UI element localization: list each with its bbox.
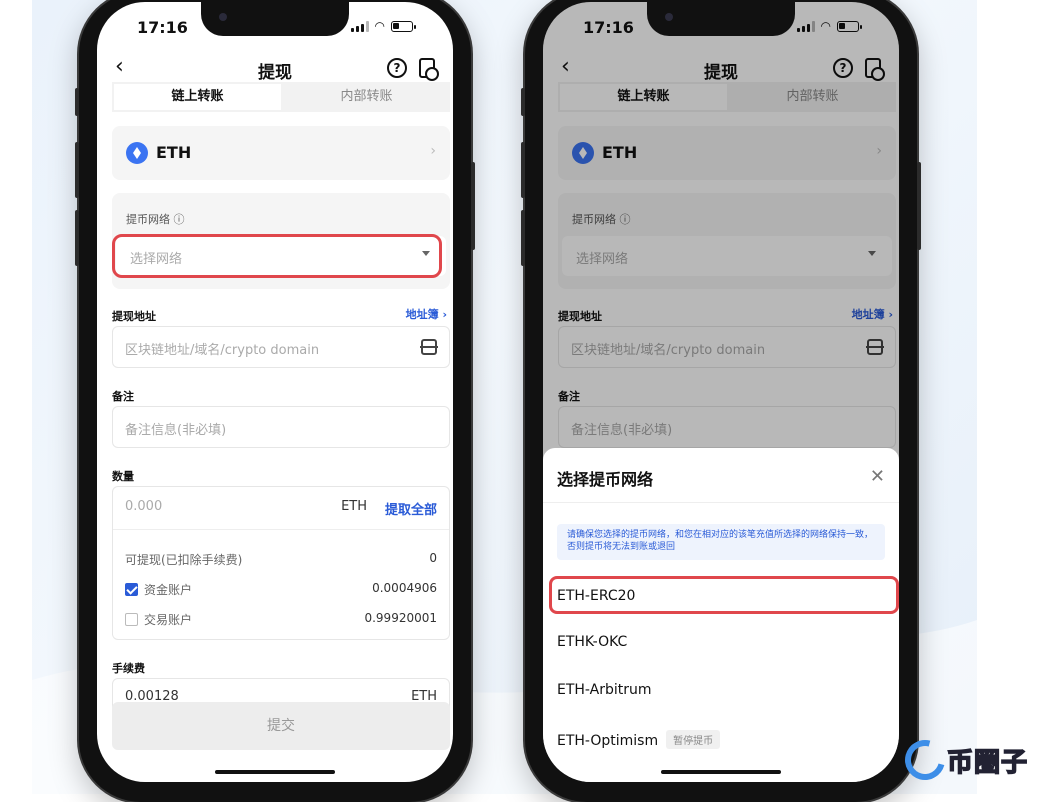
amount-input[interactable]: 0.000 ETH 提取全部 xyxy=(113,499,449,521)
volume-up-button xyxy=(521,142,525,198)
sheet-title: 选择提币网络 xyxy=(557,470,654,489)
trading-account-row[interactable]: 交易账户 0.99920001 xyxy=(113,611,449,631)
network-bottom-sheet: 选择提币网络 ✕ 请确保您选择的提币网络，和您在相对应的该笔充值所选择的网络保持… xyxy=(543,448,899,782)
funding-account-value: 0.0004906 xyxy=(372,581,437,595)
notch xyxy=(647,2,795,36)
funding-account-label: 资金账户 xyxy=(144,583,193,597)
divider xyxy=(113,529,449,530)
memo-placeholder: 备注信息(非必填) xyxy=(125,423,227,438)
watermark-text: 币圈子 xyxy=(946,747,1029,779)
amount-panel: 0.000 ETH 提取全部 可提现(已扣除手续费) 0 资金账户 0.0004… xyxy=(112,486,450,640)
funding-account-row[interactable]: 资金账户 0.0004906 xyxy=(113,581,449,601)
notch xyxy=(201,2,349,36)
home-indicator xyxy=(215,770,335,774)
available-label: 可提现(已扣除手续费) xyxy=(125,553,243,567)
submit-button[interactable]: 提交 xyxy=(112,702,450,750)
memo-label: 备注 xyxy=(112,390,134,403)
fee-label: 手续费 xyxy=(112,662,145,675)
screen-withdraw-form: 17:16 ◠ ‹ 提现 ? 链上转账 内部转账 ETH › 提币网络 ⓘ 选择… xyxy=(97,2,453,782)
battery-icon xyxy=(391,20,416,32)
amount-label: 数量 xyxy=(112,470,134,483)
highlight-network-select xyxy=(112,234,442,278)
address-book-link[interactable]: 地址簿 › xyxy=(406,306,447,322)
coin-selector[interactable]: ETH › xyxy=(112,126,450,180)
transfer-tabs: 链上转账 内部转账 xyxy=(112,82,450,112)
home-indicator xyxy=(661,770,781,774)
network-option-ethk-okc[interactable]: ETHK-OKC xyxy=(557,634,627,650)
amount-unit: ETH xyxy=(341,499,367,514)
power-button xyxy=(471,162,475,250)
network-notice: 请确保您选择的提币网络，和您在相对应的该笔充值所选择的网络保持一致，否则提币将无… xyxy=(557,524,885,560)
trading-account-label-wrap: 交易账户 xyxy=(125,611,192,628)
address-placeholder: 区块链地址/域名/crypto domain xyxy=(125,343,320,358)
watermark: 币圈子 xyxy=(897,732,1029,788)
network-label: 提币网络 ⓘ xyxy=(126,213,185,226)
volume-down-button xyxy=(521,210,525,266)
withdraw-all-button[interactable]: 提取全部 xyxy=(385,499,437,518)
scan-icon[interactable] xyxy=(420,339,438,355)
chevron-right-icon: › xyxy=(430,143,436,159)
status-icons: ◠ xyxy=(350,19,416,33)
phone-left: 17:16 ◠ ‹ 提现 ? 链上转账 内部转账 ETH › 提币网络 ⓘ 选择… xyxy=(75,0,475,802)
available-row: 可提现(已扣除手续费) 0 xyxy=(113,551,449,571)
help-circle-icon[interactable]: ? xyxy=(387,58,407,78)
amount-placeholder: 0.000 xyxy=(125,499,163,514)
wifi-icon: ◠ xyxy=(374,19,385,33)
available-value: 0 xyxy=(429,551,437,565)
signal-icon xyxy=(350,20,369,32)
address-label: 提现地址 xyxy=(112,310,156,323)
tab-onchain[interactable]: 链上转账 xyxy=(114,84,281,110)
volume-down-button xyxy=(75,210,79,266)
funding-account-label-wrap: 资金账户 xyxy=(125,581,192,598)
coin-name: ETH xyxy=(156,143,192,162)
power-button xyxy=(917,162,921,250)
close-icon[interactable]: ✕ xyxy=(870,466,885,487)
highlight-eth-erc20 xyxy=(549,576,899,614)
divider xyxy=(543,502,899,503)
trading-account-label: 交易账户 xyxy=(144,613,193,627)
network-option-eth-optimism[interactable]: ETH-Optimism 暂停提币 xyxy=(557,730,721,749)
suspended-badge: 暂停提币 xyxy=(666,730,721,749)
phone-right: 17:16 ◠ ‹ 提现 ? 链上转账 内部转账 ETH › 提币网络 ⓘ 选择… xyxy=(521,0,921,802)
nav-bar: ‹ 提现 ? xyxy=(97,50,453,86)
trading-account-value: 0.99920001 xyxy=(364,611,437,625)
screen-network-sheet: 17:16 ◠ ‹ 提现 ? 链上转账 内部转账 ETH › 提币网络 ⓘ 选择… xyxy=(543,2,899,782)
status-time: 17:16 xyxy=(137,18,188,37)
memo-input[interactable]: 备注信息(非必填) xyxy=(112,406,450,448)
eth-icon xyxy=(126,142,148,164)
camera-icon xyxy=(219,13,227,21)
checkbox-checked[interactable] xyxy=(125,583,138,596)
checkbox-unchecked[interactable] xyxy=(125,613,138,626)
volume-up-button xyxy=(75,142,79,198)
records-icon[interactable] xyxy=(419,58,439,81)
tab-internal[interactable]: 内部转账 xyxy=(283,82,450,112)
watermark-logo-icon xyxy=(897,732,953,788)
address-input[interactable]: 区块链地址/域名/crypto domain xyxy=(112,326,450,368)
network-option-eth-arbitrum[interactable]: ETH-Arbitrum xyxy=(557,682,652,698)
camera-icon xyxy=(665,13,673,21)
eth-optimism-label: ETH-Optimism xyxy=(557,733,659,749)
mute-switch xyxy=(75,88,79,116)
mute-switch xyxy=(521,88,525,116)
